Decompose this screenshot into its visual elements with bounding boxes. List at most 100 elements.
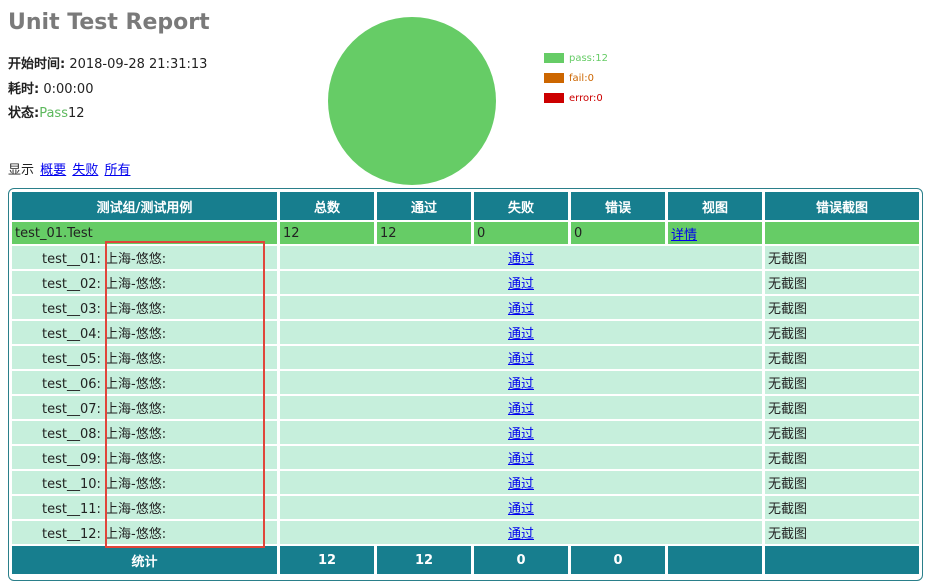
- suite-detail-link[interactable]: 详情: [671, 228, 697, 243]
- status-row: 状态:Pass12: [8, 102, 85, 121]
- test-case-result-link[interactable]: 通过: [508, 252, 534, 267]
- test-case-name: test__10: 上海-悠悠:: [12, 471, 277, 494]
- pie-legend: pass:12 fail:0 error:0: [544, 48, 608, 108]
- test-case-result-link[interactable]: 通过: [508, 502, 534, 517]
- test-case-row: test__10: 上海-悠悠: 通过 无截图: [12, 471, 919, 494]
- result-pie-chart: [328, 17, 496, 185]
- test-case-name: test__01: 上海-悠悠:: [12, 246, 277, 269]
- test-case-result-cell: 通过: [280, 446, 762, 469]
- test-case-name: test__05: 上海-悠悠:: [12, 346, 277, 369]
- test-case-result-cell: 通过: [280, 321, 762, 344]
- legend-error: error:0: [544, 88, 608, 108]
- start-time-value: 2018-09-28 21:31:13: [69, 57, 208, 72]
- test-case-name: test__08: 上海-悠悠:: [12, 421, 277, 444]
- filter-failed-link[interactable]: 失败: [72, 163, 98, 178]
- table-header-row: 测试组/测试用例 总数 通过 失败 错误 视图 错误截图: [12, 192, 919, 220]
- test-case-row: test__06: 上海-悠悠: 通过 无截图: [12, 371, 919, 394]
- legend-error-label: error:0: [569, 92, 603, 104]
- totals-label: 统计: [12, 546, 277, 574]
- test-case-result-link[interactable]: 通过: [508, 477, 534, 492]
- suite-screenshot: [765, 222, 919, 244]
- test-case-name: test__04: 上海-悠悠:: [12, 321, 277, 344]
- status-pass-count: 12: [67, 106, 85, 121]
- test-case-name: test__06: 上海-悠悠:: [12, 371, 277, 394]
- test-case-screenshot: 无截图: [765, 346, 919, 369]
- filter-bar: 显示 概要 失败 所有: [8, 159, 130, 178]
- start-time-label: 开始时间:: [8, 57, 66, 72]
- legend-pass: pass:12: [544, 48, 608, 68]
- duration-row: 耗时: 0:00:00: [8, 78, 93, 97]
- test-case-result-link[interactable]: 通过: [508, 452, 534, 467]
- test-case-screenshot: 无截图: [765, 371, 919, 394]
- test-case-result-link[interactable]: 通过: [508, 302, 534, 317]
- test-case-result-cell: 通过: [280, 271, 762, 294]
- results-table: 测试组/测试用例 总数 通过 失败 错误 视图 错误截图 test_01.Tes…: [9, 190, 922, 576]
- totals-view: [668, 546, 762, 574]
- totals-pass: 12: [377, 546, 471, 574]
- test-case-result-cell: 通过: [280, 296, 762, 319]
- test-case-result-link[interactable]: 通过: [508, 427, 534, 442]
- legend-pass-swatch: [544, 53, 564, 63]
- test-case-name: test__11: 上海-悠悠:: [12, 496, 277, 519]
- filter-all-link[interactable]: 所有: [104, 163, 130, 178]
- totals-row: 统计 12 12 0 0: [12, 546, 919, 574]
- test-case-name: test__09: 上海-悠悠:: [12, 446, 277, 469]
- test-case-name: test__02: 上海-悠悠:: [12, 271, 277, 294]
- legend-error-swatch: [544, 93, 564, 103]
- legend-fail-label: fail:0: [569, 72, 594, 84]
- totals-fail: 0: [474, 546, 568, 574]
- header-suite-case: 测试组/测试用例: [12, 192, 277, 220]
- test-case-name: test__12: 上海-悠悠:: [12, 521, 277, 544]
- test-case-screenshot: 无截图: [765, 446, 919, 469]
- test-case-result-link[interactable]: 通过: [508, 352, 534, 367]
- status-pass-word: Pass: [39, 106, 68, 121]
- filter-prefix: 显示: [8, 163, 35, 178]
- status-label: 状态:: [8, 106, 40, 121]
- suite-row: test_01.Test 12 12 0 0 详情: [12, 222, 919, 244]
- report-title: Unit Test Report: [8, 10, 210, 35]
- suite-total: 12: [280, 222, 374, 244]
- header-fail: 失败: [474, 192, 568, 220]
- duration-value: 0:00:00: [43, 82, 94, 97]
- test-case-row: test__08: 上海-悠悠: 通过 无截图: [12, 421, 919, 444]
- suite-view-cell: 详情: [668, 222, 762, 244]
- header-error-screenshot: 错误截图: [765, 192, 919, 220]
- totals-screenshot: [765, 546, 919, 574]
- start-time-row: 开始时间: 2018-09-28 21:31:13: [8, 53, 207, 72]
- test-case-result-link[interactable]: 通过: [508, 327, 534, 342]
- test-case-screenshot: 无截图: [765, 246, 919, 269]
- legend-fail: fail:0: [544, 68, 608, 88]
- test-case-row: test__01: 上海-悠悠: 通过 无截图: [12, 246, 919, 269]
- totals-error: 0: [571, 546, 665, 574]
- test-case-screenshot: 无截图: [765, 496, 919, 519]
- header-view: 视图: [668, 192, 762, 220]
- test-case-result-cell: 通过: [280, 346, 762, 369]
- test-case-row: test__04: 上海-悠悠: 通过 无截图: [12, 321, 919, 344]
- suite-error: 0: [571, 222, 665, 244]
- test-case-result-link[interactable]: 通过: [508, 377, 534, 392]
- test-case-row: test__09: 上海-悠悠: 通过 无截图: [12, 446, 919, 469]
- test-case-result-cell: 通过: [280, 496, 762, 519]
- test-case-screenshot: 无截图: [765, 471, 919, 494]
- test-case-result-cell: 通过: [280, 521, 762, 544]
- test-case-result-link[interactable]: 通过: [508, 402, 534, 417]
- test-case-screenshot: 无截图: [765, 521, 919, 544]
- test-case-result-link[interactable]: 通过: [508, 527, 534, 542]
- test-case-name: test__07: 上海-悠悠:: [12, 396, 277, 419]
- results-table-container: 测试组/测试用例 总数 通过 失败 错误 视图 错误截图 test_01.Tes…: [8, 188, 923, 581]
- test-case-row: test__03: 上海-悠悠: 通过 无截图: [12, 296, 919, 319]
- test-case-result-link[interactable]: 通过: [508, 277, 534, 292]
- totals-total: 12: [280, 546, 374, 574]
- test-case-name: test__03: 上海-悠悠:: [12, 296, 277, 319]
- test-case-row: test__11: 上海-悠悠: 通过 无截图: [12, 496, 919, 519]
- test-case-row: test__07: 上海-悠悠: 通过 无截图: [12, 396, 919, 419]
- suite-name: test_01.Test: [12, 222, 277, 244]
- test-case-row: test__02: 上海-悠悠: 通过 无截图: [12, 271, 919, 294]
- header-error: 错误: [571, 192, 665, 220]
- legend-fail-swatch: [544, 73, 564, 83]
- filter-summary-link[interactable]: 概要: [40, 163, 66, 178]
- test-case-result-cell: 通过: [280, 246, 762, 269]
- test-case-result-cell: 通过: [280, 396, 762, 419]
- test-case-result-cell: 通过: [280, 371, 762, 394]
- test-case-screenshot: 无截图: [765, 271, 919, 294]
